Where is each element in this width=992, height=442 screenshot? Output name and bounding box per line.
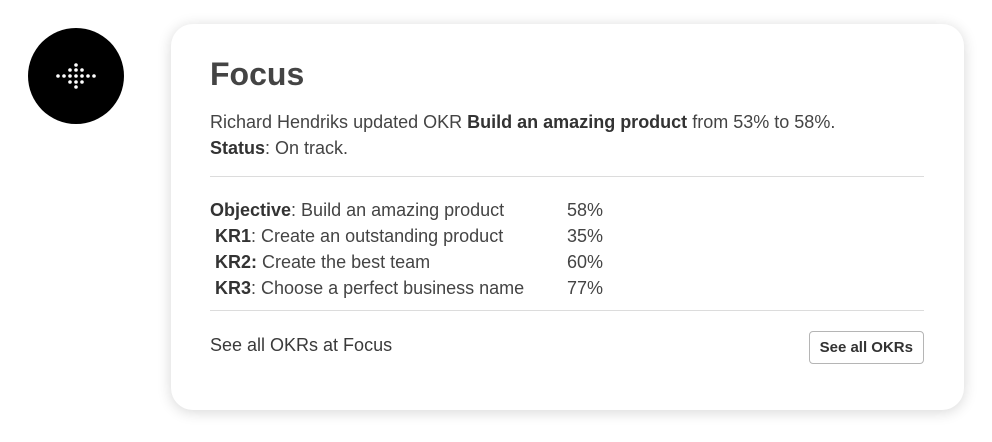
row-label: KR1: Create an outstanding product [210, 223, 567, 249]
to-value: 58%. [794, 112, 836, 132]
okr-rows: Objective: Build an amazing product 58% … [210, 197, 924, 301]
divider-bottom [210, 310, 924, 311]
okr-row-objective: Objective: Build an amazing product 58% [210, 197, 924, 223]
row-desc: Create the best team [257, 252, 431, 272]
update-message: Richard Hendriks updated OKR Build an am… [210, 109, 930, 161]
status-value: : On track. [265, 138, 349, 158]
row-value: 58% [567, 200, 604, 220]
footer-text: See all OKRs at Focus [210, 335, 393, 355]
row-label: KR3: Choose a perfect business name [210, 275, 567, 301]
row-value: 60% [567, 252, 604, 272]
actor-name: Richard Hendriks [210, 112, 349, 132]
row-key: KR3 [215, 278, 252, 298]
from-label: from [692, 112, 729, 132]
row-label: KR2: Create the best team [210, 249, 567, 275]
status-label: Status [210, 138, 266, 158]
okr-name: Build an amazing product [467, 112, 688, 132]
row-label: Objective: Build an amazing product [210, 197, 567, 223]
app-avatar [28, 28, 124, 124]
okr-row-kr3: KR3: Choose a perfect business name 77% [210, 275, 924, 301]
row-key: Objective [210, 200, 292, 220]
okr-row-kr1: KR1: Create an outstanding product 35% [210, 223, 924, 249]
row-value: 77% [567, 278, 604, 298]
see-all-okrs-button[interactable]: See all OKRs [808, 331, 924, 364]
action-text: updated OKR [353, 112, 463, 132]
dotted-diamond-logo-icon [56, 63, 96, 89]
okr-row-kr2: KR2: Create the best team 60% [210, 249, 924, 275]
row-key: KR1 [215, 226, 252, 246]
row-value: 35% [567, 226, 604, 246]
row-desc: : Choose a perfect business name [251, 278, 525, 298]
to-label: to [774, 112, 790, 132]
row-desc: : Build an amazing product [291, 200, 505, 220]
row-desc: : Create an outstanding product [251, 226, 504, 246]
okr-update-card: Focus Richard Hendriks updated OKR Build… [171, 24, 964, 410]
row-key: KR2: [215, 252, 258, 272]
divider-top [210, 176, 924, 177]
from-value: 53% [733, 112, 770, 132]
card-title: Focus [210, 56, 305, 92]
